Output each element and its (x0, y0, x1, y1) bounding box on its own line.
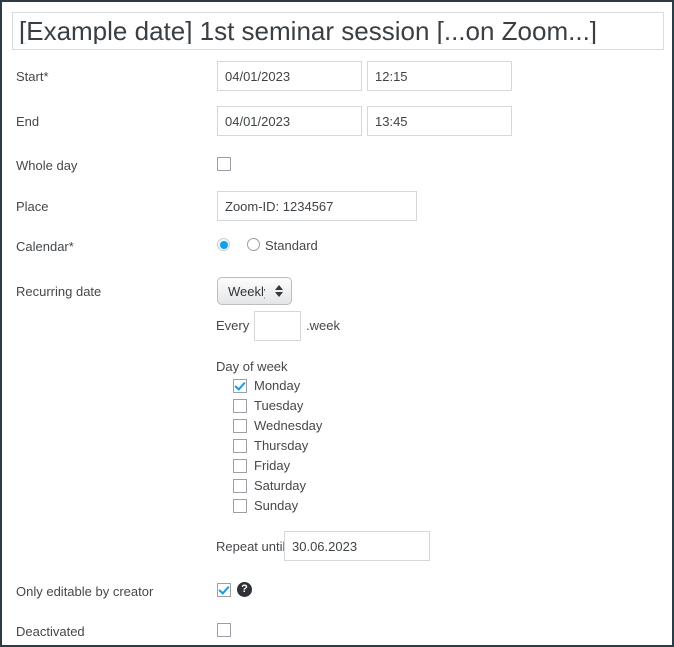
day-checkbox-input-thursday[interactable] (233, 438, 247, 453)
only-editable-checkbox[interactable] (217, 583, 231, 597)
deactivated-label: Deactivated (16, 624, 85, 639)
place-label: Place (16, 199, 49, 214)
only-editable-label: Only editable by creator (16, 584, 154, 599)
day-label-tuesday: Tuesday (254, 398, 304, 413)
every-suffix-label: .week (306, 318, 340, 333)
day-checkbox-input-monday[interactable] (233, 378, 247, 393)
day-checkbox-sunday[interactable]: Sunday (233, 498, 298, 513)
day-checkbox-monday[interactable]: Monday (233, 378, 300, 393)
recurrence-select-wrap: Weekly (217, 277, 292, 305)
calendar-label: Calendar* (16, 239, 74, 254)
day-label-sunday: Sunday (254, 498, 299, 513)
recurrence-select[interactable]: Weekly (217, 277, 292, 305)
every-prefix-label: Every (216, 318, 250, 333)
day-checkbox-input-tuesday[interactable] (233, 398, 247, 413)
end-date-input[interactable] (217, 106, 362, 136)
end-label: End (16, 114, 40, 129)
event-title-field[interactable]: [Example date] 1st seminar session [...o… (12, 12, 664, 50)
calendar-radio-standard[interactable] (247, 238, 260, 251)
repeat-until-input[interactable] (284, 531, 430, 561)
calendar-radio-standard-label: Standard (265, 238, 318, 253)
event-edit-form-page: [Example date] 1st seminar session [...o… (0, 0, 674, 647)
day-checkbox-saturday[interactable]: Saturday (233, 478, 306, 493)
day-checkbox-wednesday[interactable]: Wednesday (233, 418, 322, 433)
day-label-monday: Monday (254, 378, 301, 393)
whole-day-label: Whole day (16, 158, 78, 173)
deactivated-checkbox[interactable] (217, 623, 231, 637)
day-checkbox-input-friday[interactable] (233, 458, 247, 473)
start-label: Start* (16, 69, 49, 84)
day-checkbox-input-saturday[interactable] (233, 478, 247, 493)
day-label-thursday: Thursday (254, 438, 309, 453)
day-checkbox-input-wednesday[interactable] (233, 418, 247, 433)
start-date-input[interactable] (217, 61, 362, 91)
calendar-radio-default[interactable] (217, 238, 230, 251)
repeat-until-label: Repeat until (216, 539, 286, 554)
place-input[interactable] (217, 191, 417, 221)
end-time-input[interactable] (367, 106, 512, 136)
day-checkbox-thursday[interactable]: Thursday (233, 438, 308, 453)
day-checkbox-input-sunday[interactable] (233, 498, 247, 513)
day-checkbox-friday[interactable]: Friday (233, 458, 290, 473)
whole-day-checkbox[interactable] (217, 157, 231, 171)
help-question-icon[interactable]: ? (237, 582, 252, 597)
day-label-saturday: Saturday (254, 478, 307, 493)
day-label-friday: Friday (254, 458, 291, 473)
every-interval-input[interactable] (254, 311, 301, 341)
recurring-date-label: Recurring date (16, 284, 102, 299)
start-time-input[interactable] (367, 61, 512, 91)
day-label-wednesday: Wednesday (254, 418, 323, 433)
day-of-week-label: Day of week (216, 359, 288, 374)
day-checkbox-tuesday[interactable]: Tuesday (233, 398, 303, 413)
event-title-text: [Example date] 1st seminar session [...o… (19, 18, 598, 44)
